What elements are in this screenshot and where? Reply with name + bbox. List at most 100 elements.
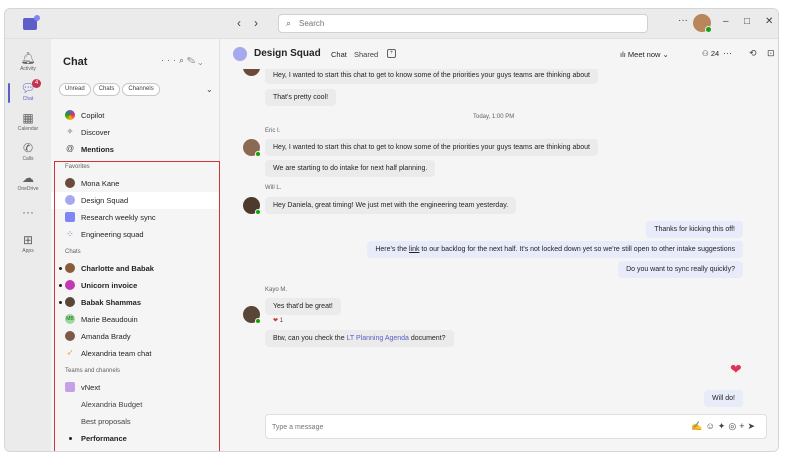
list-item-babak-shammas[interactable]: Babak Shammas bbox=[51, 294, 219, 311]
document-link[interactable]: LT Planning Agenda bbox=[347, 335, 409, 342]
group-avatar bbox=[65, 280, 75, 290]
teams-logo-icon bbox=[23, 15, 40, 30]
filter-channels[interactable]: Channels bbox=[122, 83, 160, 96]
message-bubble-own[interactable]: Will do! bbox=[704, 390, 743, 407]
filter-chats[interactable]: Chats bbox=[92, 83, 121, 96]
message-bubble[interactable]: Yes that'd be great! bbox=[265, 298, 341, 315]
list-item-best-proposals[interactable]: Best proposals bbox=[51, 413, 219, 430]
rail-item-activity[interactable]: 🔔︎ Activity bbox=[5, 51, 51, 72]
rail-item-calls[interactable]: ✆ Calls bbox=[5, 141, 51, 162]
message-bubble-own[interactable]: Here's the link to our backlog for the n… bbox=[367, 241, 743, 258]
message-bubble[interactable]: We are starting to do intake for next ha… bbox=[265, 160, 436, 177]
list-item-engineering-squad[interactable]: ⁘ Engineering squad bbox=[51, 226, 219, 243]
bell-icon: 🔔︎ bbox=[20, 51, 36, 65]
participants-button[interactable]: ⚇ 24 bbox=[702, 49, 719, 58]
unread-dot bbox=[59, 267, 62, 270]
minimize-button[interactable]: – bbox=[723, 16, 729, 27]
filter-search-icon[interactable]: ⌕ bbox=[179, 55, 187, 65]
list-item-discover[interactable]: ✧ Discover bbox=[51, 124, 219, 141]
list-item-research-weekly-sync[interactable]: Research weekly sync bbox=[51, 209, 219, 226]
copilot-icon[interactable]: ⟲ bbox=[749, 48, 757, 59]
chat-list-title: Chat bbox=[63, 56, 88, 68]
filter-unread[interactable]: Unread bbox=[59, 83, 91, 96]
popout-icon[interactable]: ⊡ bbox=[767, 48, 775, 59]
loop-icon[interactable]: ◎ bbox=[728, 421, 739, 431]
list-item-vnext[interactable]: vNext bbox=[51, 379, 219, 396]
user-avatar[interactable] bbox=[693, 14, 712, 33]
list-item-mentions[interactable]: @ Mentions bbox=[51, 141, 219, 158]
copilot-icon bbox=[65, 110, 75, 120]
chevron-down-icon[interactable]: ⌄ bbox=[206, 85, 213, 94]
discover-icon: ✧ bbox=[66, 127, 74, 136]
maximize-button[interactable]: □ bbox=[744, 16, 750, 27]
tab-shared[interactable]: Shared bbox=[354, 50, 378, 59]
message-bubble[interactable]: Hey Daniela, great timing! We just met w… bbox=[265, 197, 517, 214]
sender-name: Eric I. bbox=[265, 128, 281, 134]
chat-main: Design Squad Chat Shared + ılı Meet now … bbox=[220, 39, 778, 451]
list-item-performance[interactable]: Performance bbox=[51, 430, 219, 447]
meeting-icon bbox=[65, 212, 75, 222]
rail-item-apps[interactable]: ⊞ Apps bbox=[5, 233, 51, 254]
list-item-marie-beaudouin[interactable]: MB Marie Beaudouin bbox=[51, 311, 219, 328]
filter-chips: Unread Chats Channels bbox=[59, 83, 162, 96]
meet-now-button[interactable]: ılı Meet now ⌄ bbox=[620, 50, 669, 59]
rail-item-chat[interactable]: 💬︎ 4 Chat bbox=[5, 79, 51, 103]
format-icon[interactable]: ✍ bbox=[691, 421, 705, 431]
unread-dot bbox=[69, 437, 72, 440]
message-bubble[interactable]: Btw, can you check the LT Planning Agend… bbox=[265, 330, 454, 347]
more-options-icon[interactable]: ··· bbox=[161, 55, 179, 65]
list-item-charlotte-and-babak[interactable]: Charlotte and Babak bbox=[51, 260, 219, 277]
more-icon: ··· bbox=[22, 205, 34, 219]
list-item-amanda-brady[interactable]: Amanda Brady bbox=[51, 328, 219, 345]
backlog-link[interactable]: link bbox=[409, 246, 420, 253]
message-bubble[interactable]: That's pretty cool! bbox=[265, 89, 337, 106]
list-item-copilot[interactable]: Copilot bbox=[51, 107, 219, 124]
presence-available-icon bbox=[705, 26, 712, 33]
people-icon: ⚇ bbox=[702, 49, 711, 58]
sender-name: Kayo M. bbox=[265, 287, 288, 293]
chat-list-panel: Chat ···⌕✎⌄ Unread Chats Channels ⌄ Copilo… bbox=[51, 39, 220, 451]
search-icon: ⌕ bbox=[286, 18, 292, 28]
list-item-mona-kane[interactable]: Mona Kane bbox=[51, 175, 219, 192]
sender-name: Will L. bbox=[265, 185, 282, 191]
chevron-down-icon[interactable]: ⌄ bbox=[198, 55, 205, 65]
message-bubble-own[interactable]: Do you want to sync really quickly? bbox=[618, 261, 743, 278]
unread-dot bbox=[59, 284, 62, 287]
reaction[interactable]: ❤ 1 bbox=[273, 317, 283, 324]
rail-item-calendar[interactable]: ▦ Calendar bbox=[5, 111, 51, 132]
search-input[interactable] bbox=[299, 17, 629, 30]
section-chats: Chats bbox=[65, 249, 81, 255]
message-bubble-own[interactable]: Thanks for kicking this off! bbox=[646, 221, 743, 238]
presence-available-icon bbox=[255, 318, 261, 324]
unread-dot bbox=[59, 301, 62, 304]
avatar bbox=[65, 178, 75, 188]
list-item-unicorn-invoice[interactable]: Unicorn invoice bbox=[51, 277, 219, 294]
rocket-icon: ➶ bbox=[66, 348, 74, 357]
add-tab-icon[interactable]: + bbox=[387, 49, 396, 58]
message-bubble[interactable]: Hey, I wanted to start this chat to get … bbox=[265, 69, 598, 84]
chevron-down-icon: ⌄ bbox=[662, 50, 669, 59]
list-item-alexandria-budget[interactable]: Alexandria Budget bbox=[51, 396, 219, 413]
presence-available-icon bbox=[255, 209, 261, 215]
list-item-design-squad[interactable]: Design Squad bbox=[51, 192, 219, 209]
list-item-alexandria-team-chat[interactable]: ➶ Alexandria team chat bbox=[51, 345, 219, 362]
forward-arrow-icon[interactable]: › bbox=[254, 16, 258, 30]
message-input[interactable] bbox=[272, 420, 632, 434]
new-chat-icon[interactable]: ✎ bbox=[187, 55, 198, 65]
copilot-icon[interactable]: ✦ bbox=[718, 421, 729, 431]
send-icon[interactable]: ➤ bbox=[747, 421, 758, 431]
more-options-icon[interactable]: ··· bbox=[678, 15, 688, 26]
avatar bbox=[243, 139, 261, 157]
search-box[interactable]: ⌕ bbox=[278, 14, 648, 33]
tab-chat[interactable]: Chat bbox=[331, 50, 347, 59]
rail-item-onedrive[interactable]: ☁︎ OneDrive bbox=[5, 171, 51, 192]
message-composer[interactable]: ✍☺✦◎+➤ bbox=[265, 414, 767, 439]
emoji-icon[interactable]: ☺ bbox=[706, 421, 718, 431]
avatar bbox=[243, 69, 260, 76]
back-arrow-icon[interactable]: ‹ bbox=[237, 16, 241, 30]
close-button[interactable]: ✕ bbox=[765, 16, 773, 27]
rail-item-more[interactable]: ··· bbox=[5, 205, 51, 219]
title-bar: ‹ › ⌕ ··· – □ ✕ bbox=[5, 9, 778, 39]
message-bubble[interactable]: Hey, I wanted to start this chat to get … bbox=[265, 139, 598, 156]
more-options-icon[interactable]: ··· bbox=[723, 48, 732, 58]
